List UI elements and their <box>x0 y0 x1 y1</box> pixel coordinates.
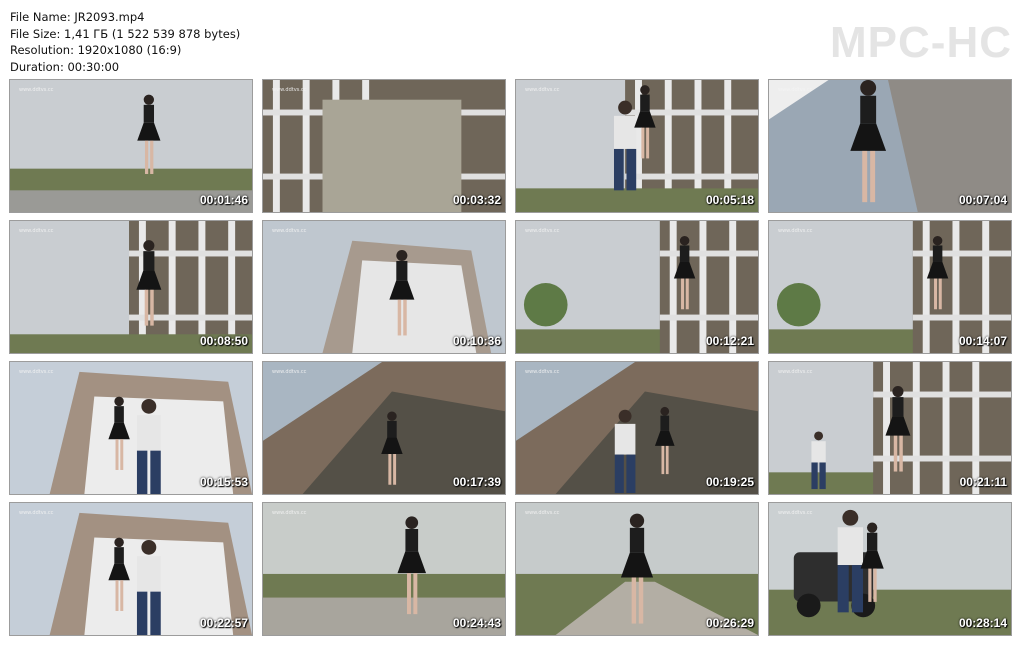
timestamp-label: 00:08:50 <box>199 334 248 348</box>
timestamp-label: 00:28:14 <box>958 616 1007 630</box>
timestamp-label: 00:10:36 <box>452 334 501 348</box>
timestamp-label: 00:26:29 <box>705 616 754 630</box>
watermark-text: www.ddtvs.cc <box>525 228 560 234</box>
watermark-text: www.ddtvs.cc <box>272 510 307 516</box>
thumbnail-frame: www.ddtvs.cc 00:14:07 <box>768 220 1012 354</box>
watermark-text: www.ddtvs.cc <box>778 369 813 375</box>
timestamp-label: 00:07:04 <box>958 193 1007 207</box>
thumbnail-frame: www.ddtvs.cc 00:08:50 <box>9 220 253 354</box>
thumbnail-frame: www.ddtvs.cc 00:24:43 <box>262 502 506 636</box>
timestamp-label: 00:14:07 <box>958 334 1007 348</box>
watermark-text: www.ddtvs.cc <box>525 87 560 93</box>
watermark-text: www.ddtvs.cc <box>272 228 307 234</box>
watermark-text: www.ddtvs.cc <box>19 87 54 93</box>
mpc-hc-logo: MPC-HC <box>830 18 1012 67</box>
timestamp-label: 00:03:32 <box>452 193 501 207</box>
thumbnail-frame: www.ddtvs.cc 00:05:18 <box>515 79 759 213</box>
thumbnail-frame: www.ddtvs.cc 00:01:46 <box>9 79 253 213</box>
watermark-text: www.ddtvs.cc <box>272 369 307 375</box>
timestamp-label: 00:21:11 <box>959 475 1007 489</box>
thumbnail-frame: www.ddtvs.cc 00:26:29 <box>515 502 759 636</box>
thumbnail-frame: www.ddtvs.cc 00:03:32 <box>262 79 506 213</box>
timestamp-label: 00:15:53 <box>199 475 248 489</box>
watermark-text: www.ddtvs.cc <box>19 369 54 375</box>
thumbnail-frame: www.ddtvs.cc 00:21:11 <box>768 361 1012 495</box>
timestamp-label: 00:12:21 <box>705 334 754 348</box>
thumbnail-frame: www.ddtvs.cc 00:28:14 <box>768 502 1012 636</box>
thumbnail-frame: www.ddtvs.cc 00:10:36 <box>262 220 506 354</box>
watermark-text: www.ddtvs.cc <box>272 87 307 93</box>
watermark-text: www.ddtvs.cc <box>778 510 813 516</box>
watermark-text: www.ddtvs.cc <box>19 228 54 234</box>
timestamp-label: 00:19:25 <box>705 475 754 489</box>
thumbnail-frame: www.ddtvs.cc 00:07:04 <box>768 79 1012 213</box>
thumbnail-frame: www.ddtvs.cc 00:12:21 <box>515 220 759 354</box>
timestamp-label: 00:24:43 <box>452 616 501 630</box>
watermark-text: www.ddtvs.cc <box>778 228 813 234</box>
thumbnail-frame: www.ddtvs.cc 00:19:25 <box>515 361 759 495</box>
watermark-text: www.ddtvs.cc <box>19 510 54 516</box>
timestamp-label: 00:01:46 <box>199 193 248 207</box>
thumbnail-frame: www.ddtvs.cc 00:15:53 <box>9 361 253 495</box>
timestamp-label: 00:05:18 <box>705 193 754 207</box>
watermark-text: www.ddtvs.cc <box>778 87 813 93</box>
file-size-text: File Size: 1,41 ГБ (1 522 539 878 bytes) <box>10 26 241 41</box>
file-info-panel: File Name: JR2093.mp4 File Size: 1,41 ГБ… <box>10 9 240 75</box>
file-name-text: File Name: JR2093.mp4 <box>10 10 145 24</box>
watermark-text: www.ddtvs.cc <box>525 369 560 375</box>
timestamp-label: 00:22:57 <box>199 616 248 630</box>
thumbnail-frame: www.ddtvs.cc 00:17:39 <box>262 361 506 495</box>
resolution-text: Resolution: 1920x1080 (16:9) <box>10 43 182 57</box>
timestamp-label: 00:17:39 <box>452 475 501 489</box>
thumbnail-frame: www.ddtvs.cc 00:22:57 <box>9 502 253 636</box>
watermark-text: www.ddtvs.cc <box>525 510 560 516</box>
duration-text: Duration: 00:30:00 <box>10 59 120 74</box>
